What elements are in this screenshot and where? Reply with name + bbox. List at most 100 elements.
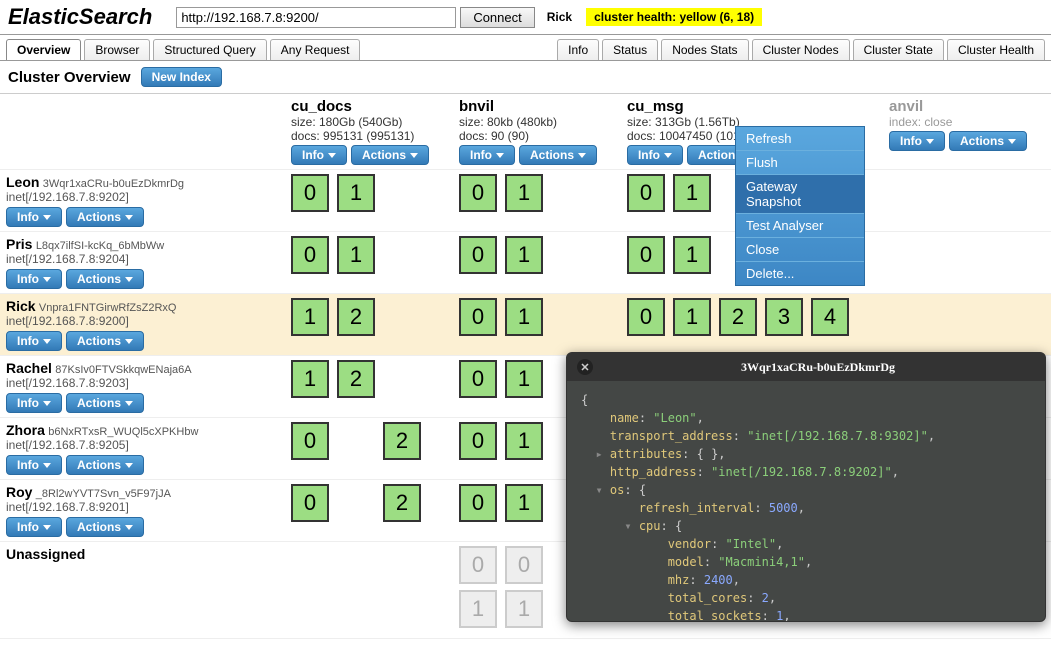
- connect-button[interactable]: Connect: [460, 7, 534, 28]
- index-docs: docs: 995131 (995131): [291, 129, 447, 143]
- shard[interactable]: 0: [459, 298, 497, 336]
- shard[interactable]: 0: [627, 298, 665, 336]
- info-button[interactable]: Info: [291, 145, 347, 165]
- info-button[interactable]: Info: [6, 207, 62, 227]
- shard[interactable]: 0: [291, 174, 329, 212]
- actions-button[interactable]: Actions: [949, 131, 1027, 151]
- actions-button[interactable]: Actions: [519, 145, 597, 165]
- page-title: Cluster Overview: [8, 69, 131, 86]
- shard[interactable]: 1: [505, 484, 543, 522]
- tab-browser[interactable]: Browser: [84, 39, 150, 60]
- shard[interactable]: 0: [459, 360, 497, 398]
- node-name: Rick: [6, 298, 36, 314]
- tab-structured-query[interactable]: Structured Query: [153, 39, 266, 60]
- info-button[interactable]: Info: [6, 517, 62, 537]
- tab-cluster-nodes[interactable]: Cluster Nodes: [752, 39, 850, 60]
- tab-any-request[interactable]: Any Request: [270, 39, 361, 60]
- node-name: Rachel: [6, 360, 52, 376]
- shard[interactable]: 0: [459, 174, 497, 212]
- cluster-name: Rick: [547, 10, 572, 24]
- shard[interactable]: 0: [627, 174, 665, 212]
- node-address: inet[/192.168.7.8:9204]: [6, 252, 279, 266]
- url-input[interactable]: [176, 7, 456, 28]
- node-id: 3Wqr1xaCRu-b0uEzDkmrDg: [43, 178, 184, 190]
- shard[interactable]: 2: [383, 484, 421, 522]
- tab-status[interactable]: Status: [602, 39, 658, 60]
- unassigned-shard: 1: [459, 590, 497, 628]
- shard[interactable]: 0: [459, 484, 497, 522]
- shard[interactable]: 1: [673, 236, 711, 274]
- shard[interactable]: 1: [673, 174, 711, 212]
- shard[interactable]: 4: [811, 298, 849, 336]
- shard[interactable]: 0: [291, 484, 329, 522]
- shard[interactable]: 0: [291, 236, 329, 274]
- node-id: Vnpra1FNTGirwRfZsZ2RxQ: [39, 302, 177, 314]
- cluster-health: cluster health: yellow (6, 18): [586, 8, 762, 26]
- shard[interactable]: 2: [383, 422, 421, 460]
- tab-cluster-health[interactable]: Cluster Health: [947, 39, 1045, 60]
- shard[interactable]: 1: [505, 422, 543, 460]
- shard[interactable]: 1: [505, 360, 543, 398]
- info-button[interactable]: Info: [889, 131, 945, 151]
- info-button[interactable]: Info: [459, 145, 515, 165]
- info-button[interactable]: Info: [6, 455, 62, 475]
- close-icon[interactable]: ✕: [577, 359, 593, 375]
- unassigned-label: Unassigned: [6, 546, 85, 562]
- shard[interactable]: 3: [765, 298, 803, 336]
- shard[interactable]: 2: [337, 298, 375, 336]
- info-button[interactable]: Info: [6, 331, 62, 351]
- shard[interactable]: 1: [291, 360, 329, 398]
- shard[interactable]: 0: [627, 236, 665, 274]
- new-index-button[interactable]: New Index: [141, 67, 222, 87]
- caret-icon: [125, 525, 133, 530]
- info-button[interactable]: Info: [627, 145, 683, 165]
- node-name: Pris: [6, 236, 32, 252]
- actions-button[interactable]: Actions: [66, 517, 144, 537]
- actions-button[interactable]: Actions: [66, 331, 144, 351]
- node-name: Leon: [6, 174, 39, 190]
- node-id: _8Rl2wYVT7Svn_v5F97jJA: [36, 488, 171, 500]
- shard[interactable]: 1: [673, 298, 711, 336]
- shard[interactable]: 0: [459, 236, 497, 274]
- tab-overview[interactable]: Overview: [6, 39, 81, 60]
- shard[interactable]: 2: [719, 298, 757, 336]
- actions-button[interactable]: Actions: [351, 145, 429, 165]
- caret-icon: [328, 153, 336, 158]
- caret-icon: [926, 139, 934, 144]
- actions-button[interactable]: Actions: [66, 393, 144, 413]
- node-address: inet[/192.168.7.8:9205]: [6, 438, 279, 452]
- menu-item-flush[interactable]: Flush: [736, 150, 864, 174]
- shard[interactable]: 1: [505, 298, 543, 336]
- tab-cluster-state[interactable]: Cluster State: [853, 39, 944, 60]
- tab-info[interactable]: Info: [557, 39, 599, 60]
- actions-menu[interactable]: RefreshFlushGateway SnapshotTest Analyse…: [735, 126, 865, 286]
- shard[interactable]: 1: [337, 236, 375, 274]
- json-content: { name: "Leon", transport_address: "inet…: [567, 381, 1045, 622]
- menu-item-test-analyser[interactable]: Test Analyser: [736, 213, 864, 237]
- shard[interactable]: 0: [291, 422, 329, 460]
- caret-icon: [125, 277, 133, 282]
- tab-nodes-stats[interactable]: Nodes Stats: [661, 39, 748, 60]
- info-button[interactable]: Info: [6, 393, 62, 413]
- shard[interactable]: 0: [459, 422, 497, 460]
- info-button[interactable]: Info: [6, 269, 62, 289]
- shard[interactable]: 1: [505, 174, 543, 212]
- shard[interactable]: 2: [337, 360, 375, 398]
- node-name: Roy: [6, 484, 32, 500]
- actions-button[interactable]: Actions: [66, 455, 144, 475]
- caret-icon: [664, 153, 672, 158]
- index-size: index: close: [889, 115, 1045, 129]
- shard[interactable]: 1: [291, 298, 329, 336]
- menu-item-delete-[interactable]: Delete...: [736, 261, 864, 285]
- caret-icon: [43, 277, 51, 282]
- unassigned-shard: 1: [505, 590, 543, 628]
- actions-button[interactable]: Actions: [66, 207, 144, 227]
- shard[interactable]: 1: [505, 236, 543, 274]
- menu-item-close[interactable]: Close: [736, 237, 864, 261]
- menu-item-gateway-snapshot[interactable]: Gateway Snapshot: [736, 174, 864, 213]
- menu-item-refresh[interactable]: Refresh: [736, 127, 864, 150]
- actions-button[interactable]: Actions: [66, 269, 144, 289]
- app-logo: ElasticSearch: [8, 4, 152, 30]
- shard[interactable]: 1: [337, 174, 375, 212]
- index-name: cu_msg: [627, 98, 877, 115]
